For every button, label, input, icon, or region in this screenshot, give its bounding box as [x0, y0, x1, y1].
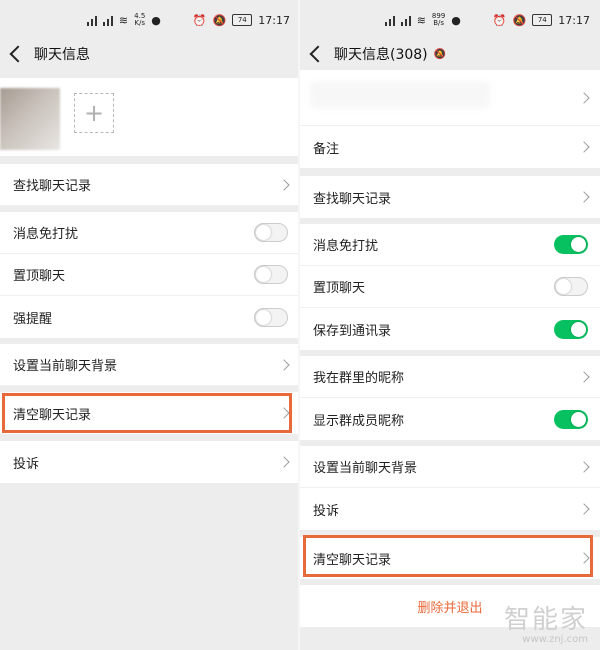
net-speed: 899 B/s: [431, 12, 446, 27]
chevron-right-icon: [578, 141, 590, 153]
muted-bell-icon: 🔕: [433, 48, 447, 60]
back-icon[interactable]: [309, 45, 327, 63]
page-title: 聊天信息: [34, 47, 90, 63]
chat-background-row[interactable]: 设置当前聊天背景: [0, 344, 300, 386]
chevron-right-icon: [578, 370, 590, 383]
clock: 17:17: [258, 13, 290, 27]
signal-icon: [400, 14, 411, 26]
show-nickname-row: 显示群成员昵称: [300, 398, 600, 440]
strong-reminder-toggle[interactable]: [254, 307, 288, 327]
signal-icon: [86, 14, 97, 26]
dnd-row: 消息免打扰: [300, 224, 600, 266]
strong-reminder-row: 强提醒: [0, 296, 300, 338]
status-bar: ≋ 4.5 K/s ● ⏰ 🔕 74 17:17: [0, 0, 300, 40]
mute-icon: 🔕: [212, 13, 227, 27]
chevron-right-icon: [278, 456, 290, 468]
nav-header: 聊天信息: [0, 38, 300, 70]
pin-row: 置顶聊天: [0, 254, 300, 296]
settings-group: 设置当前聊天背景 投诉: [300, 446, 600, 530]
battery-icon: 74: [532, 14, 553, 26]
page-title: 聊天信息(308): [334, 47, 428, 63]
alarm-icon: ⏰: [492, 13, 507, 27]
add-member-button[interactable]: +: [74, 93, 114, 133]
search-group: 查找聊天记录: [300, 176, 600, 218]
mute-icon: 🔕: [512, 13, 527, 27]
highlight-box: [303, 535, 593, 577]
wifi-icon: ≋: [416, 13, 426, 27]
remark-row[interactable]: 备注: [300, 126, 600, 168]
save-contacts-row: 保存到通讯录: [300, 308, 600, 350]
pin-toggle[interactable]: [254, 265, 288, 284]
chevron-right-icon: [578, 191, 590, 203]
chevron-right-icon: [578, 460, 590, 473]
wifi-icon: ≋: [118, 13, 129, 27]
left-panel: ≋ 4.5 K/s ● ⏰ 🔕 74 17:17 聊天信息 + 查找聊天记录 消…: [0, 0, 300, 650]
dnd-toggle[interactable]: [254, 223, 288, 242]
chevron-right-icon: [278, 358, 290, 371]
pin-toggle[interactable]: [554, 277, 588, 296]
search-history-row[interactable]: 查找聊天记录: [300, 176, 600, 218]
toggle-group: 消息免打扰 置顶聊天 强提醒: [0, 212, 300, 338]
search-group: 查找聊天记录: [0, 164, 300, 206]
status-bar: ≋ 899 B/s ● ⏰ 🔕 74 17:17: [300, 0, 600, 40]
report-row[interactable]: 投诉: [300, 488, 600, 530]
chat-background-row[interactable]: 设置当前聊天背景: [300, 446, 600, 488]
pin-row: 置顶聊天: [300, 266, 600, 308]
toggle-group: 消息免打扰 置顶聊天 保存到通讯录: [300, 224, 600, 350]
alarm-icon: ⏰: [192, 13, 207, 27]
battery-icon: 74: [232, 14, 253, 26]
chevron-right-icon: [578, 91, 590, 104]
blurred-group-name: [310, 82, 490, 108]
clock: 17:17: [558, 13, 590, 27]
chat-icon: ●: [151, 13, 161, 27]
watermark-logo: 智能家 www.znj.com: [503, 605, 588, 645]
right-panel: ≋ 899 B/s ● ⏰ 🔕 74 17:17 聊天信息(308) 🔕 备注 …: [300, 0, 600, 650]
nickname-group: 我在群里的昵称 显示群成员昵称: [300, 356, 600, 440]
search-history-row[interactable]: 查找聊天记录: [0, 164, 300, 206]
my-nickname-row[interactable]: 我在群里的昵称: [300, 356, 600, 398]
plus-icon: +: [83, 99, 105, 127]
back-icon[interactable]: [9, 45, 27, 63]
background-group: 设置当前聊天背景: [0, 344, 300, 386]
highlight-box: [2, 393, 292, 433]
chat-icon: ●: [451, 13, 461, 27]
report-group: 投诉: [0, 441, 300, 483]
show-nickname-toggle[interactable]: [554, 409, 588, 429]
dnd-row: 消息免打扰: [0, 212, 300, 254]
chevron-right-icon: [578, 503, 590, 515]
signal-icon: [102, 14, 113, 26]
report-row[interactable]: 投诉: [0, 441, 300, 483]
nav-header: 聊天信息(308) 🔕: [300, 38, 600, 70]
net-speed: 4.5 K/s: [134, 12, 146, 27]
signal-icon: [384, 14, 395, 26]
chevron-right-icon: [278, 178, 290, 191]
dnd-toggle[interactable]: [554, 235, 588, 254]
save-contacts-toggle[interactable]: [554, 319, 588, 339]
avatar[interactable]: [0, 88, 60, 150]
